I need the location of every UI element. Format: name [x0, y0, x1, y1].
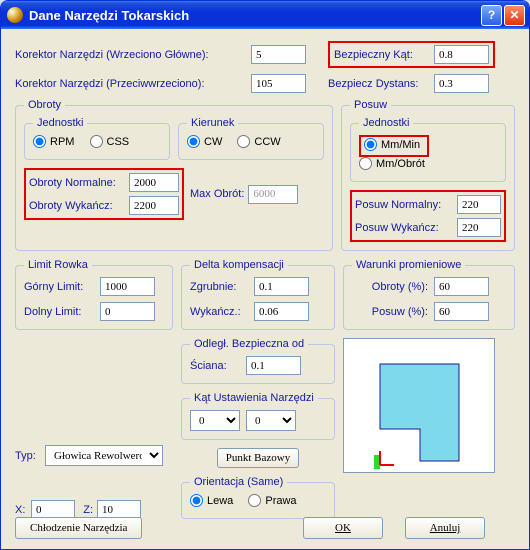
posuw-legend: Posuw [350, 99, 391, 111]
sciana-input[interactable] [246, 356, 301, 375]
dolny-limit-input[interactable] [100, 302, 155, 321]
cw-radio[interactable]: CW [187, 135, 222, 148]
posuw-normalny-label: Posuw Normalny: [355, 199, 453, 211]
app-icon [7, 7, 23, 23]
bezpiecz-dystans-input[interactable] [434, 74, 489, 93]
kierunek-group: Kierunek CW CCW [178, 117, 324, 160]
mmmin-radio[interactable]: Mm/Min [364, 138, 420, 151]
delta-zgrubnie-input[interactable] [254, 277, 309, 296]
typ-label: Typ: [15, 450, 45, 462]
gorny-limit-label: Górny Limit: [24, 281, 100, 293]
korektor-przeciw-input[interactable] [251, 74, 306, 93]
tool-preview [343, 338, 495, 473]
help-button[interactable]: ? [481, 5, 502, 26]
warunki-posuw-input[interactable] [434, 302, 489, 321]
css-radio[interactable]: CSS [90, 135, 130, 148]
warunki-group: Warunki promieniowe Obroty (%): Posuw (%… [343, 259, 515, 330]
kat-ust-sel1[interactable]: 0 [190, 410, 240, 431]
obroty-normalne-label: Obroty Normalne: [29, 177, 125, 189]
posuw-wykancz-label: Posuw Wykańcz: [355, 222, 453, 234]
bezpieczny-kat-input[interactable] [434, 45, 489, 64]
sciana-label: Ściana: [190, 360, 246, 372]
obroty-group: Obroty Jednostki RPM CSS Kierunek CW CCW [15, 99, 333, 251]
kat-ust-group: Kąt Ustawienia Narzędzi 0 0 [181, 392, 335, 440]
delta-group: Delta kompensacji Zgrubnie: Wykańcz.: [181, 259, 335, 330]
max-obrot-input [248, 185, 298, 204]
titlebar: Dane Narzędzi Tokarskich ? ✕ [1, 1, 529, 29]
posuw-jednostki-group: Jednostki Mm/Min Mm/Obrót [350, 117, 506, 182]
dolny-limit-label: Dolny Limit: [24, 306, 100, 318]
delta-wykancz-label: Wykańcz.: [190, 306, 254, 318]
ok-button[interactable]: OK [303, 517, 383, 539]
typ-select[interactable]: Głowica Rewolwero [45, 445, 163, 466]
obroty-wykancz-label: Obroty Wykańcz: [29, 200, 125, 212]
posuw-wykancz-input[interactable] [457, 218, 501, 237]
x-label: X: [15, 504, 31, 516]
z-label: Z: [75, 504, 97, 516]
korektor-glowne-input[interactable] [251, 45, 306, 64]
kat-ust-sel2[interactable]: 0 [246, 410, 296, 431]
bezpiecz-dystans-label: Bezpiecz Dystans: [328, 78, 428, 90]
orient-lewa-radio[interactable]: Lewa [190, 494, 233, 507]
posuw-jednostki-legend: Jednostki [359, 117, 413, 129]
warunki-legend: Warunki promieniowe [352, 259, 465, 271]
kierunek-legend: Kierunek [187, 117, 238, 129]
warunki-posuw-label: Posuw (%): [352, 306, 434, 318]
warunki-obroty-input[interactable] [434, 277, 489, 296]
kat-ust-legend: Kąt Ustawienia Narzędzi [190, 392, 318, 404]
korektor-glowne-label: Korektor Narzędzi (Wrzeciono Główne): [15, 49, 245, 61]
rpm-radio[interactable]: RPM [33, 135, 74, 148]
warunki-obroty-label: Obroty (%): [352, 281, 434, 293]
orient-prawa-radio[interactable]: Prawa [248, 494, 296, 507]
ccw-radio[interactable]: CCW [237, 135, 280, 148]
close-button[interactable]: ✕ [504, 5, 525, 26]
gorny-limit-input[interactable] [100, 277, 155, 296]
obroty-jednostki-legend: Jednostki [33, 117, 87, 129]
orientacja-group: Orientacja (Same) Lewa Prawa [181, 476, 335, 519]
obroty-jednostki-group: Jednostki RPM CSS [24, 117, 170, 160]
punkt-bazowy-button[interactable]: Punkt Bazowy [217, 448, 299, 468]
chlodzenie-button[interactable]: Chłodzenie Narzędzia [15, 517, 142, 539]
bezpieczny-kat-label: Bezpieczny Kąt: [334, 49, 428, 61]
max-obrot-label: Max Obrót: [190, 188, 244, 200]
delta-wykancz-input[interactable] [254, 302, 309, 321]
anuluj-button[interactable]: Anuluj [405, 517, 485, 539]
dialog-window: Dane Narzędzi Tokarskich ? ✕ Korektor Na… [0, 0, 530, 550]
delta-zgrubnie-label: Zgrubnie: [190, 281, 254, 293]
window-title: Dane Narzędzi Tokarskich [29, 8, 189, 23]
mmobrot-radio[interactable]: Mm/Obrót [359, 157, 425, 170]
obroty-legend: Obroty [24, 99, 65, 111]
orientacja-legend: Orientacja (Same) [190, 476, 287, 488]
odlegl-legend: Odległ. Bezpieczna od [190, 338, 308, 350]
posuw-normalny-input[interactable] [457, 195, 501, 214]
limit-rowka-group: Limit Rowka Górny Limit: Dolny Limit: [15, 259, 173, 330]
posuw-group: Posuw Jednostki Mm/Min Mm/Obrót Posuw No… [341, 99, 515, 251]
obroty-normalne-input[interactable] [129, 173, 179, 192]
odlegl-group: Odległ. Bezpieczna od Ściana: [181, 338, 335, 384]
dialog-content: Korektor Narzędzi (Wrzeciono Główne): Be… [1, 29, 529, 549]
delta-legend: Delta kompensacji [190, 259, 288, 271]
limit-rowka-legend: Limit Rowka [24, 259, 92, 271]
korektor-przeciw-label: Korektor Narzędzi (Przeciwwrzeciono): [15, 78, 245, 90]
obroty-wykancz-input[interactable] [129, 196, 179, 215]
